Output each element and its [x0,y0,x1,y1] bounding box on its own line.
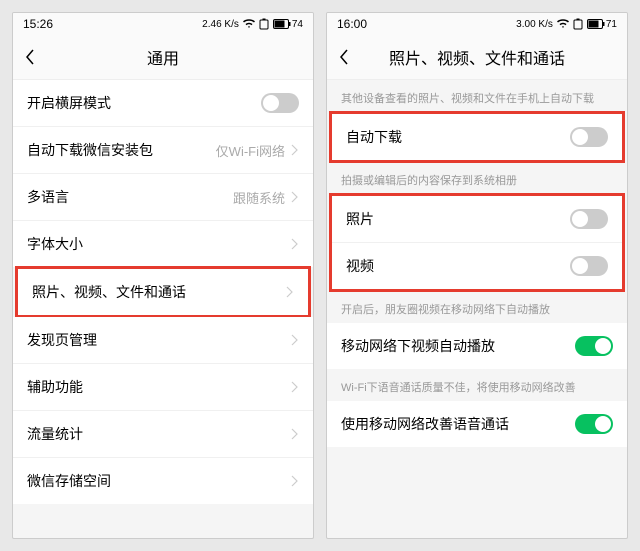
row-discover[interactable]: 发现页管理 [13,317,313,364]
section-label-auto-download: 其他设备查看的照片、视频和文件在手机上自动下载 [327,80,627,112]
row-traffic[interactable]: 流量统计 [13,411,313,458]
chevron-right-icon [291,334,299,346]
header: 照片、视频、文件和通话 [327,35,627,80]
battery-icon [273,19,291,29]
toggle-photo[interactable] [570,209,608,229]
row-autoplay[interactable]: 移动网络下视频自动播放 [327,323,627,369]
status-right: 2.46 K/s 74 [202,18,303,30]
wifi-icon [557,19,569,29]
header: 通用 [13,35,313,80]
row-label: 自动下载微信安装包 [27,140,153,160]
status-net: 2.46 K/s [202,19,239,30]
row-auto-download[interactable]: 自动下载 [332,114,622,160]
row-storage[interactable]: 微信存储空间 [13,458,313,504]
toggle-auto-download[interactable] [570,127,608,147]
row-landscape[interactable]: 开启横屏模式 [13,80,313,127]
row-value: 跟随系统 [233,188,285,207]
row-media-call[interactable]: 照片、视频、文件和通话 [18,269,308,315]
page-title: 通用 [25,45,301,69]
page-title: 照片、视频、文件和通话 [339,45,615,69]
toggle-autoplay[interactable] [575,336,613,356]
toggle-landscape[interactable] [261,93,299,113]
row-label: 发现页管理 [27,330,97,350]
row-label: 移动网络下视频自动播放 [341,336,495,356]
chevron-right-icon [291,191,299,203]
row-label: 字体大小 [27,234,83,254]
chevron-right-icon [286,286,294,298]
section-label-autoplay: 开启后，朋友圈视频在移动网络下自动播放 [327,291,627,323]
section-label-save-album: 拍摄或编辑后的内容保存到系统相册 [327,162,627,194]
row-label: 辅助功能 [27,377,83,397]
row-font-size[interactable]: 字体大小 [13,221,313,267]
row-label: 使用移动网络改善语音通话 [341,414,509,434]
row-label: 照片 [346,209,374,229]
status-time: 15:26 [23,17,53,31]
phone-left: 15:26 2.46 K/s 74 通用 开启横屏模式 自动下载微信安装包 [12,12,314,539]
row-photo[interactable]: 照片 [332,196,622,243]
battery-outline-icon [573,18,583,30]
battery-icon [587,19,605,29]
row-label: 流量统计 [27,424,83,444]
row-multilang[interactable]: 多语言 跟随系统 [13,174,313,221]
row-label: 自动下载 [346,127,402,147]
toggle-voip[interactable] [575,414,613,434]
chevron-right-icon [291,475,299,487]
row-value: 仅Wi-Fi网络 [216,141,285,160]
status-right: 3.00 K/s 71 [516,18,617,30]
row-auto-download-wx[interactable]: 自动下载微信安装包 仅Wi-Fi网络 [13,127,313,174]
row-label: 微信存储空间 [27,471,111,491]
battery-pct: 71 [606,19,617,30]
highlight-photo-video: 照片 视频 [329,193,625,292]
battery-outline-icon [259,18,269,30]
row-accessibility[interactable]: 辅助功能 [13,364,313,411]
phone-right: 16:00 3.00 K/s 71 照片、视频、文件和通话 其他设备查看的照片、… [326,12,628,539]
row-label: 照片、视频、文件和通话 [32,282,186,302]
battery-pct: 74 [292,19,303,30]
row-video[interactable]: 视频 [332,243,622,289]
chevron-right-icon [291,238,299,250]
chevron-right-icon [291,428,299,440]
section-label-voip: Wi-Fi下语音通话质量不佳，将使用移动网络改善 [327,369,627,401]
status-bar: 16:00 3.00 K/s 71 [327,13,627,35]
status-time: 16:00 [337,17,367,31]
chevron-right-icon [291,381,299,393]
row-label: 多语言 [27,187,69,207]
row-label: 视频 [346,256,374,276]
row-voip[interactable]: 使用移动网络改善语音通话 [327,401,627,447]
highlight-media-call: 照片、视频、文件和通话 [15,266,311,318]
toggle-video[interactable] [570,256,608,276]
status-bar: 15:26 2.46 K/s 74 [13,13,313,35]
row-label: 开启横屏模式 [27,93,111,113]
content: 开启横屏模式 自动下载微信安装包 仅Wi-Fi网络 多语言 跟随系统 字体大小 [13,80,313,538]
status-net: 3.00 K/s [516,19,553,30]
highlight-auto-download: 自动下载 [329,111,625,163]
content: 其他设备查看的照片、视频和文件在手机上自动下载 自动下载 拍摄或编辑后的内容保存… [327,80,627,538]
chevron-right-icon [291,144,299,156]
wifi-icon [243,19,255,29]
